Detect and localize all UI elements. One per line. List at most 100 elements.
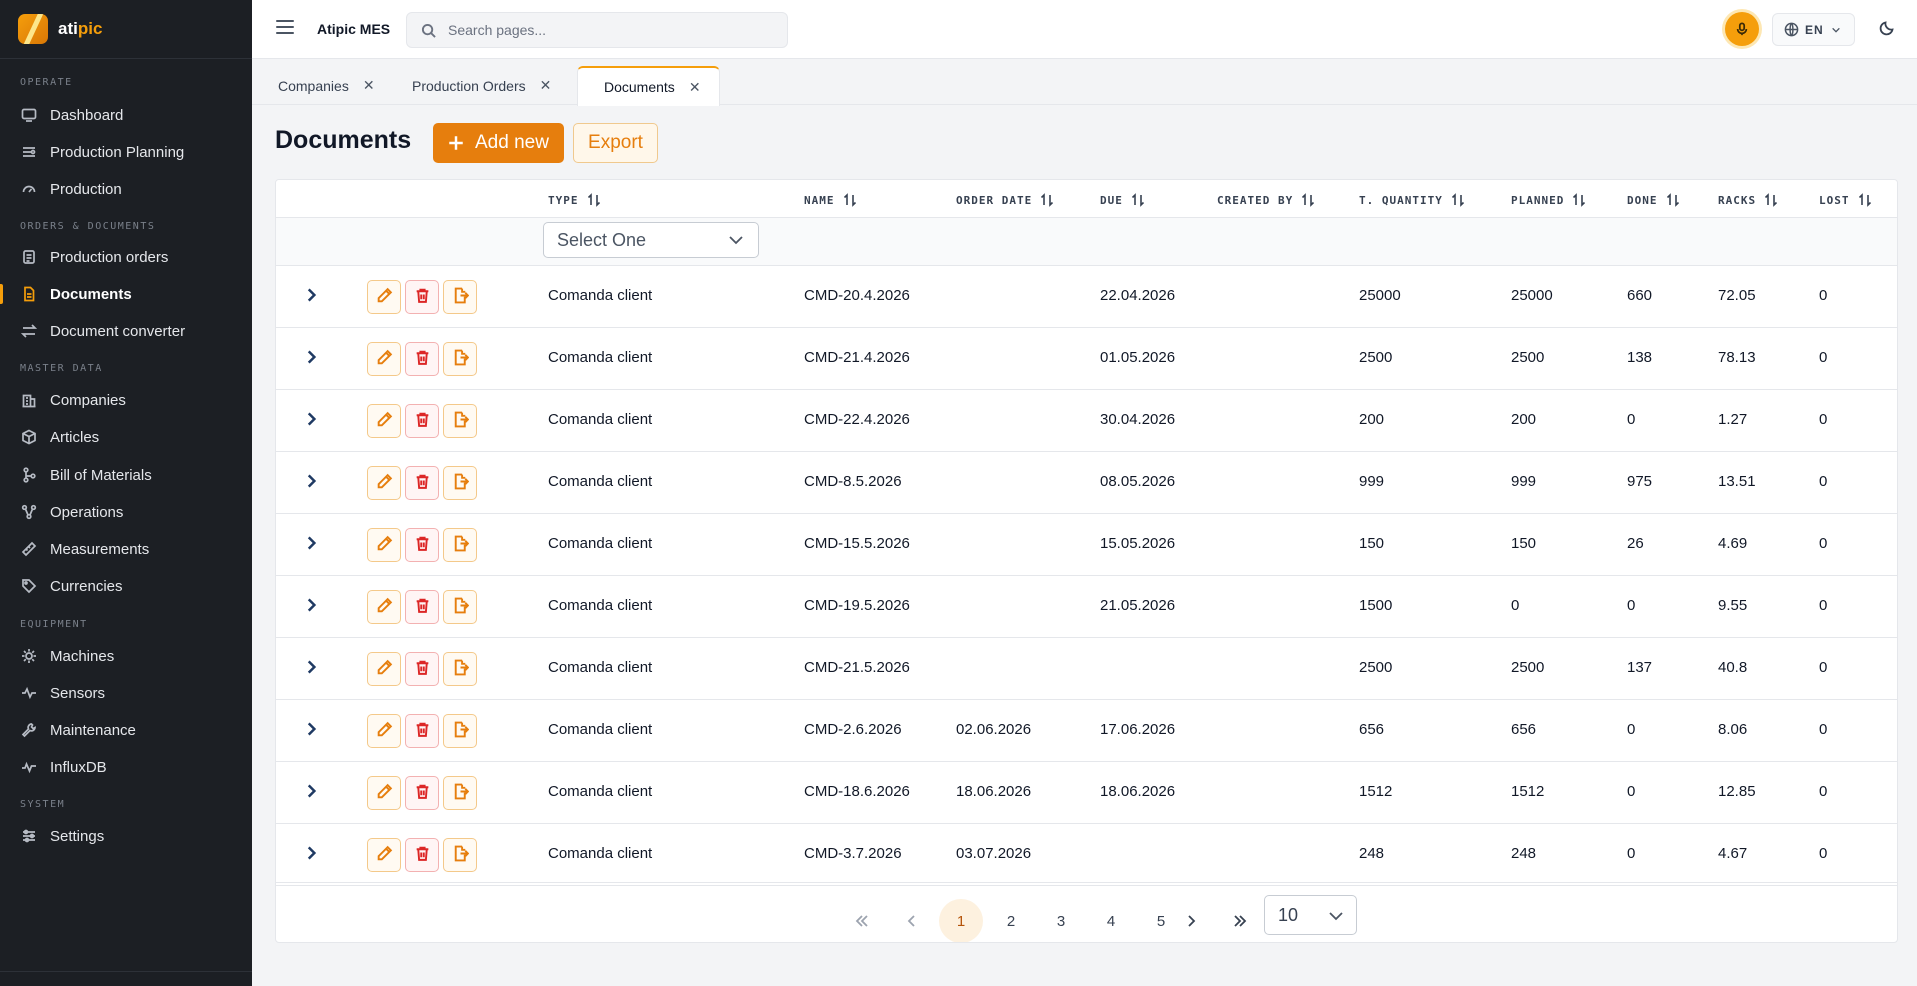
convert-button[interactable] [443,652,477,686]
delete-button[interactable] [405,466,439,500]
sidebar-item-companies[interactable]: Companies [0,384,252,416]
column-header-name[interactable]: NAME [804,192,858,208]
delete-button[interactable] [405,404,439,438]
column-header-order-date[interactable]: ORDER DATE [956,192,1055,208]
delete-button[interactable] [405,776,439,810]
language-selector[interactable]: EN [1772,13,1855,46]
sidebar-item-documents[interactable]: Documents [0,278,252,310]
expand-row-button[interactable] [302,782,322,802]
sidebar-item-production[interactable]: Production [0,173,252,205]
search-input[interactable] [448,22,768,38]
table-row[interactable]: Comanda client CMD-18.6.2026 18.06.2026 18.… [276,762,1897,824]
table-row[interactable]: Comanda client CMD-19.5.2026 21.05.2026 150… [276,576,1897,638]
delete-button[interactable] [405,714,439,748]
sidebar-item-measurements[interactable]: Measurements [0,533,252,565]
sidebar-item-document-converter[interactable]: Document converter [0,315,252,347]
page-button[interactable]: 2 [989,899,1033,942]
expand-row-button[interactable] [302,472,322,492]
edit-button[interactable] [367,342,401,376]
expand-row-button[interactable] [302,596,322,616]
sidebar-item-currencies[interactable]: Currencies [0,570,252,602]
close-icon[interactable]: ✕ [689,79,701,96]
sidebar-item-production-planning[interactable]: Production Planning [0,136,252,168]
edit-button[interactable] [367,714,401,748]
close-icon[interactable]: ✕ [363,77,375,94]
column-header-lost[interactable]: LOST [1819,192,1873,208]
table-row[interactable]: Comanda client CMD-20.4.2026 22.04.2026 250… [276,266,1897,328]
convert-button[interactable] [443,342,477,376]
column-header-racks[interactable]: RACKS [1718,192,1779,208]
page-button[interactable]: 4 [1089,899,1133,942]
column-header-due[interactable]: DUE [1100,192,1146,208]
theme-toggle-button[interactable] [1879,20,1897,38]
convert-button[interactable] [443,776,477,810]
convert-button[interactable] [443,590,477,624]
convert-button[interactable] [443,714,477,748]
type-filter-select[interactable]: Select One [543,222,759,258]
edit-button[interactable] [367,776,401,810]
sidebar-item-production-orders[interactable]: Production orders [0,241,252,273]
search-box[interactable] [406,12,788,48]
delete-button[interactable] [405,838,439,872]
expand-row-button[interactable] [302,286,322,306]
tab-documents[interactable]: Documents ✕ [577,66,720,106]
sidebar-item-maintenance[interactable]: Maintenance [0,714,252,746]
tab-production-orders[interactable]: Production Orders ✕ [386,66,569,105]
brand[interactable]: atipic [0,0,252,59]
table-row[interactable]: Comanda client CMD-15.5.2026 15.05.2026 150… [276,514,1897,576]
tab-companies[interactable]: Companies ✕ [252,66,393,105]
convert-button[interactable] [443,404,477,438]
column-header-planned[interactable]: PLANNED [1511,192,1587,208]
table-row[interactable]: Comanda client CMD-22.4.2026 30.04.2026 200… [276,390,1897,452]
expand-row-button[interactable] [302,720,322,740]
table-row[interactable]: Comanda client CMD-8.5.2026 08.05.2026 999 9… [276,452,1897,514]
expand-row-button[interactable] [302,410,322,430]
menu-toggle-icon[interactable] [276,20,294,38]
first-page-button[interactable] [840,899,884,942]
export-button[interactable]: Export [573,123,658,163]
convert-button[interactable] [443,838,477,872]
table-row[interactable]: Comanda client CMD-21.5.2026 2500 2500 137 40… [276,638,1897,700]
edit-button[interactable] [367,404,401,438]
convert-button[interactable] [443,528,477,562]
voice-input-button[interactable] [1725,12,1759,46]
sidebar-item-settings[interactable]: Settings [0,820,252,852]
sidebar-item-sensors[interactable]: Sensors [0,677,252,709]
table-row[interactable]: Comanda client CMD-21.4.2026 01.05.2026 250… [276,328,1897,390]
column-header-done[interactable]: DONE [1627,192,1681,208]
sidebar-item-machines[interactable]: Machines [0,640,252,672]
rows-per-page-select[interactable]: 10 [1264,895,1357,935]
column-header-created-by[interactable]: CREATED BY [1217,192,1316,208]
delete-button[interactable] [405,590,439,624]
expand-row-button[interactable] [302,658,322,678]
expand-row-button[interactable] [302,348,322,368]
column-header-t-quantity[interactable]: T. QUANTITY [1359,192,1466,208]
expand-row-button[interactable] [302,534,322,554]
column-header-type[interactable]: TYPE [548,192,602,208]
close-icon[interactable]: ✕ [540,77,552,94]
convert-button[interactable] [443,280,477,314]
delete-button[interactable] [405,280,439,314]
sidebar-item-operations[interactable]: Operations [0,496,252,528]
edit-button[interactable] [367,280,401,314]
table-row[interactable]: Comanda client CMD-3.7.2026 03.07.2026 248 2… [276,824,1897,886]
next-page-button[interactable] [1169,899,1213,942]
sidebar-item-articles[interactable]: Articles [0,421,252,453]
edit-button[interactable] [367,838,401,872]
sidebar-item-influxdb[interactable]: InfluxDB [0,751,252,783]
delete-button[interactable] [405,342,439,376]
table-row[interactable]: Comanda client CMD-2.6.2026 02.06.2026 17.0… [276,700,1897,762]
edit-button[interactable] [367,466,401,500]
delete-button[interactable] [405,528,439,562]
delete-button[interactable] [405,652,439,686]
prev-page-button[interactable] [890,899,934,942]
sidebar-item-dashboard[interactable]: Dashboard [0,99,252,131]
edit-button[interactable] [367,528,401,562]
edit-button[interactable] [367,590,401,624]
last-page-button[interactable] [1218,899,1262,942]
edit-button[interactable] [367,652,401,686]
convert-button[interactable] [443,466,477,500]
sidebar-item-bill-of-materials[interactable]: Bill of Materials [0,459,252,491]
add-new-button[interactable]: Add new [433,123,564,163]
expand-row-button[interactable] [302,844,322,864]
